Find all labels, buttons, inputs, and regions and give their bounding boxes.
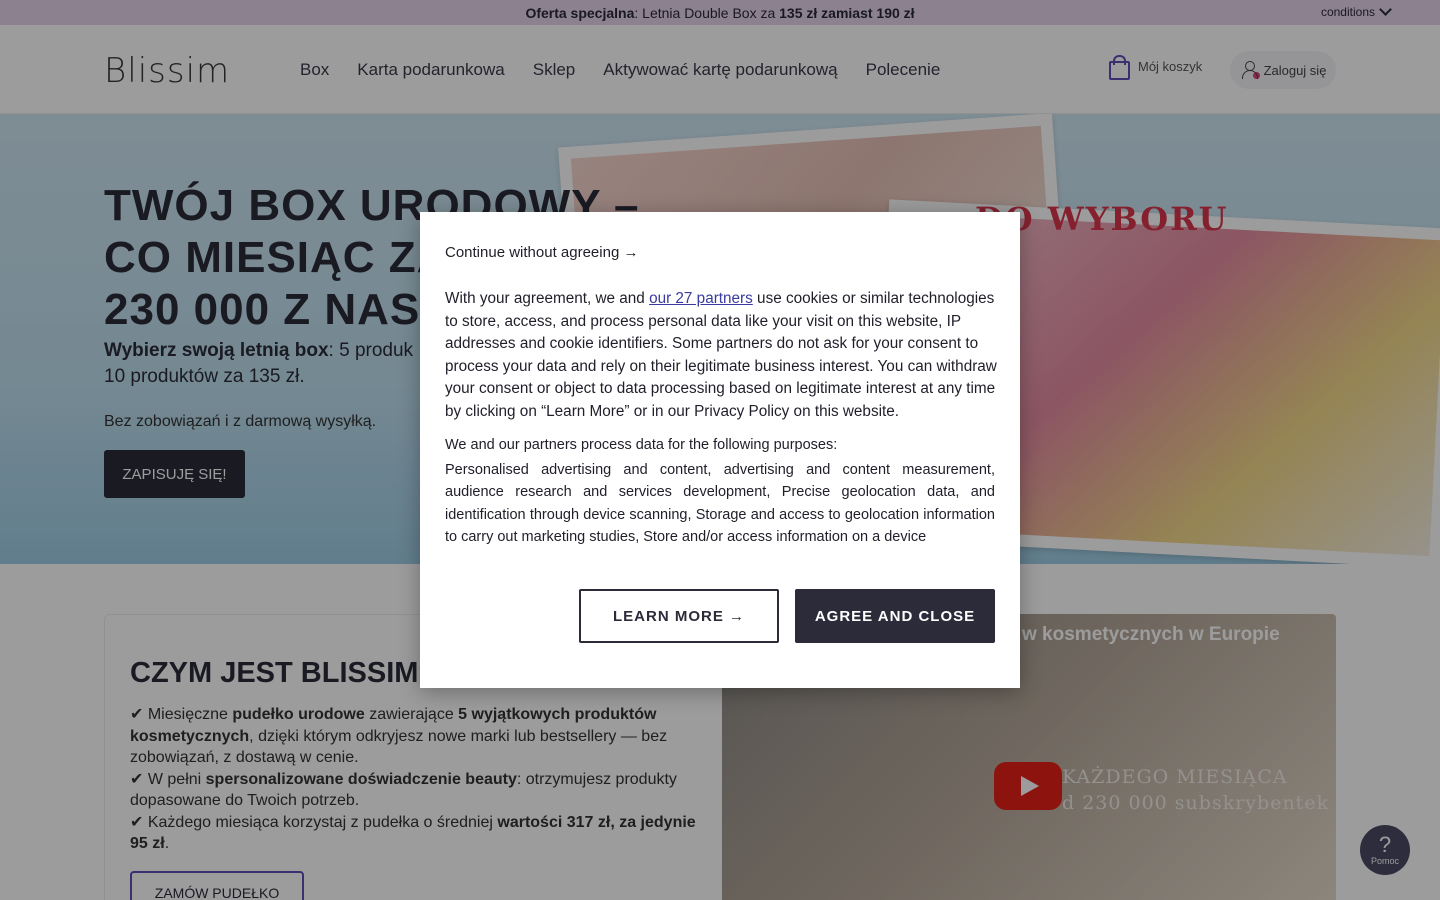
agree-and-close-button[interactable]: AGREE AND CLOSE — [795, 589, 995, 643]
purposes-heading: We and our partners process data for the… — [445, 437, 838, 453]
consent-text: With your agreement, we and our 27 partn… — [445, 290, 997, 420]
continue-without-agreeing-link[interactable]: Continue without agreeing → — [445, 244, 638, 261]
partners-link[interactable]: our 27 partners — [649, 290, 753, 307]
purposes-text: Personalised advertising and content, ad… — [445, 462, 995, 545]
cookie-consent-dialog: Continue without agreeing → With your ag… — [420, 212, 1020, 688]
learn-more-button[interactable]: LEARN MORE → — [579, 589, 779, 643]
